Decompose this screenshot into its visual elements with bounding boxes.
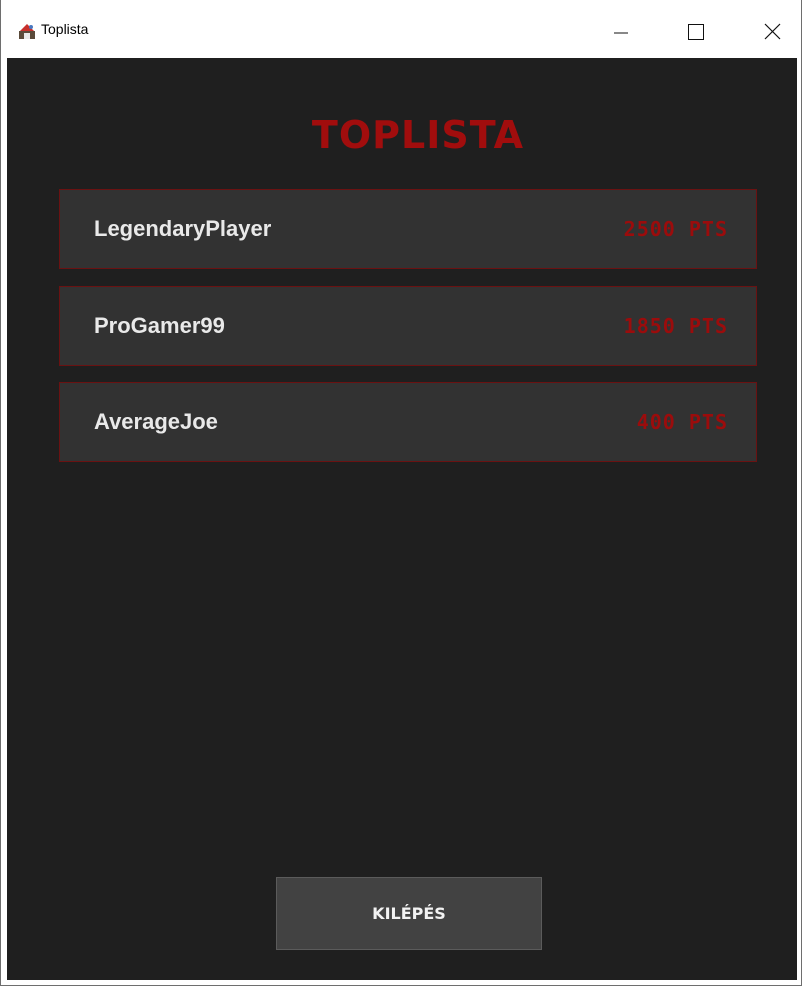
app-window: Toplista TOPLISTA LegendaryPlayer 2500 P… [0,0,802,986]
exit-button[interactable]: KILÉPÉS [276,877,542,950]
player-name: ProGamer99 [94,313,225,338]
player-name: LegendaryPlayer [94,216,272,241]
player-score: 400 PTS [636,410,728,434]
leaderboard-row: ProGamer99 1850 PTS [59,286,757,366]
title-bar[interactable]: Toplista [1,0,801,58]
close-icon [764,23,781,40]
player-name: AverageJoe [94,409,218,434]
leaderboard-row: AverageJoe 400 PTS [59,382,757,462]
window-title: Toplista [41,21,89,37]
minimize-button[interactable] [595,0,655,58]
java-app-icon [18,22,36,40]
maximize-button[interactable] [676,0,736,58]
content-area: TOPLISTA LegendaryPlayer 2500 PTS ProGam… [7,58,797,980]
player-score: 1850 PTS [623,314,728,338]
page-title: TOPLISTA [311,113,525,157]
leaderboard-row: LegendaryPlayer 2500 PTS [59,189,757,269]
minimize-icon [614,32,628,34]
close-button[interactable] [741,0,801,58]
maximize-icon [688,24,704,40]
player-score: 2500 PTS [623,217,728,241]
